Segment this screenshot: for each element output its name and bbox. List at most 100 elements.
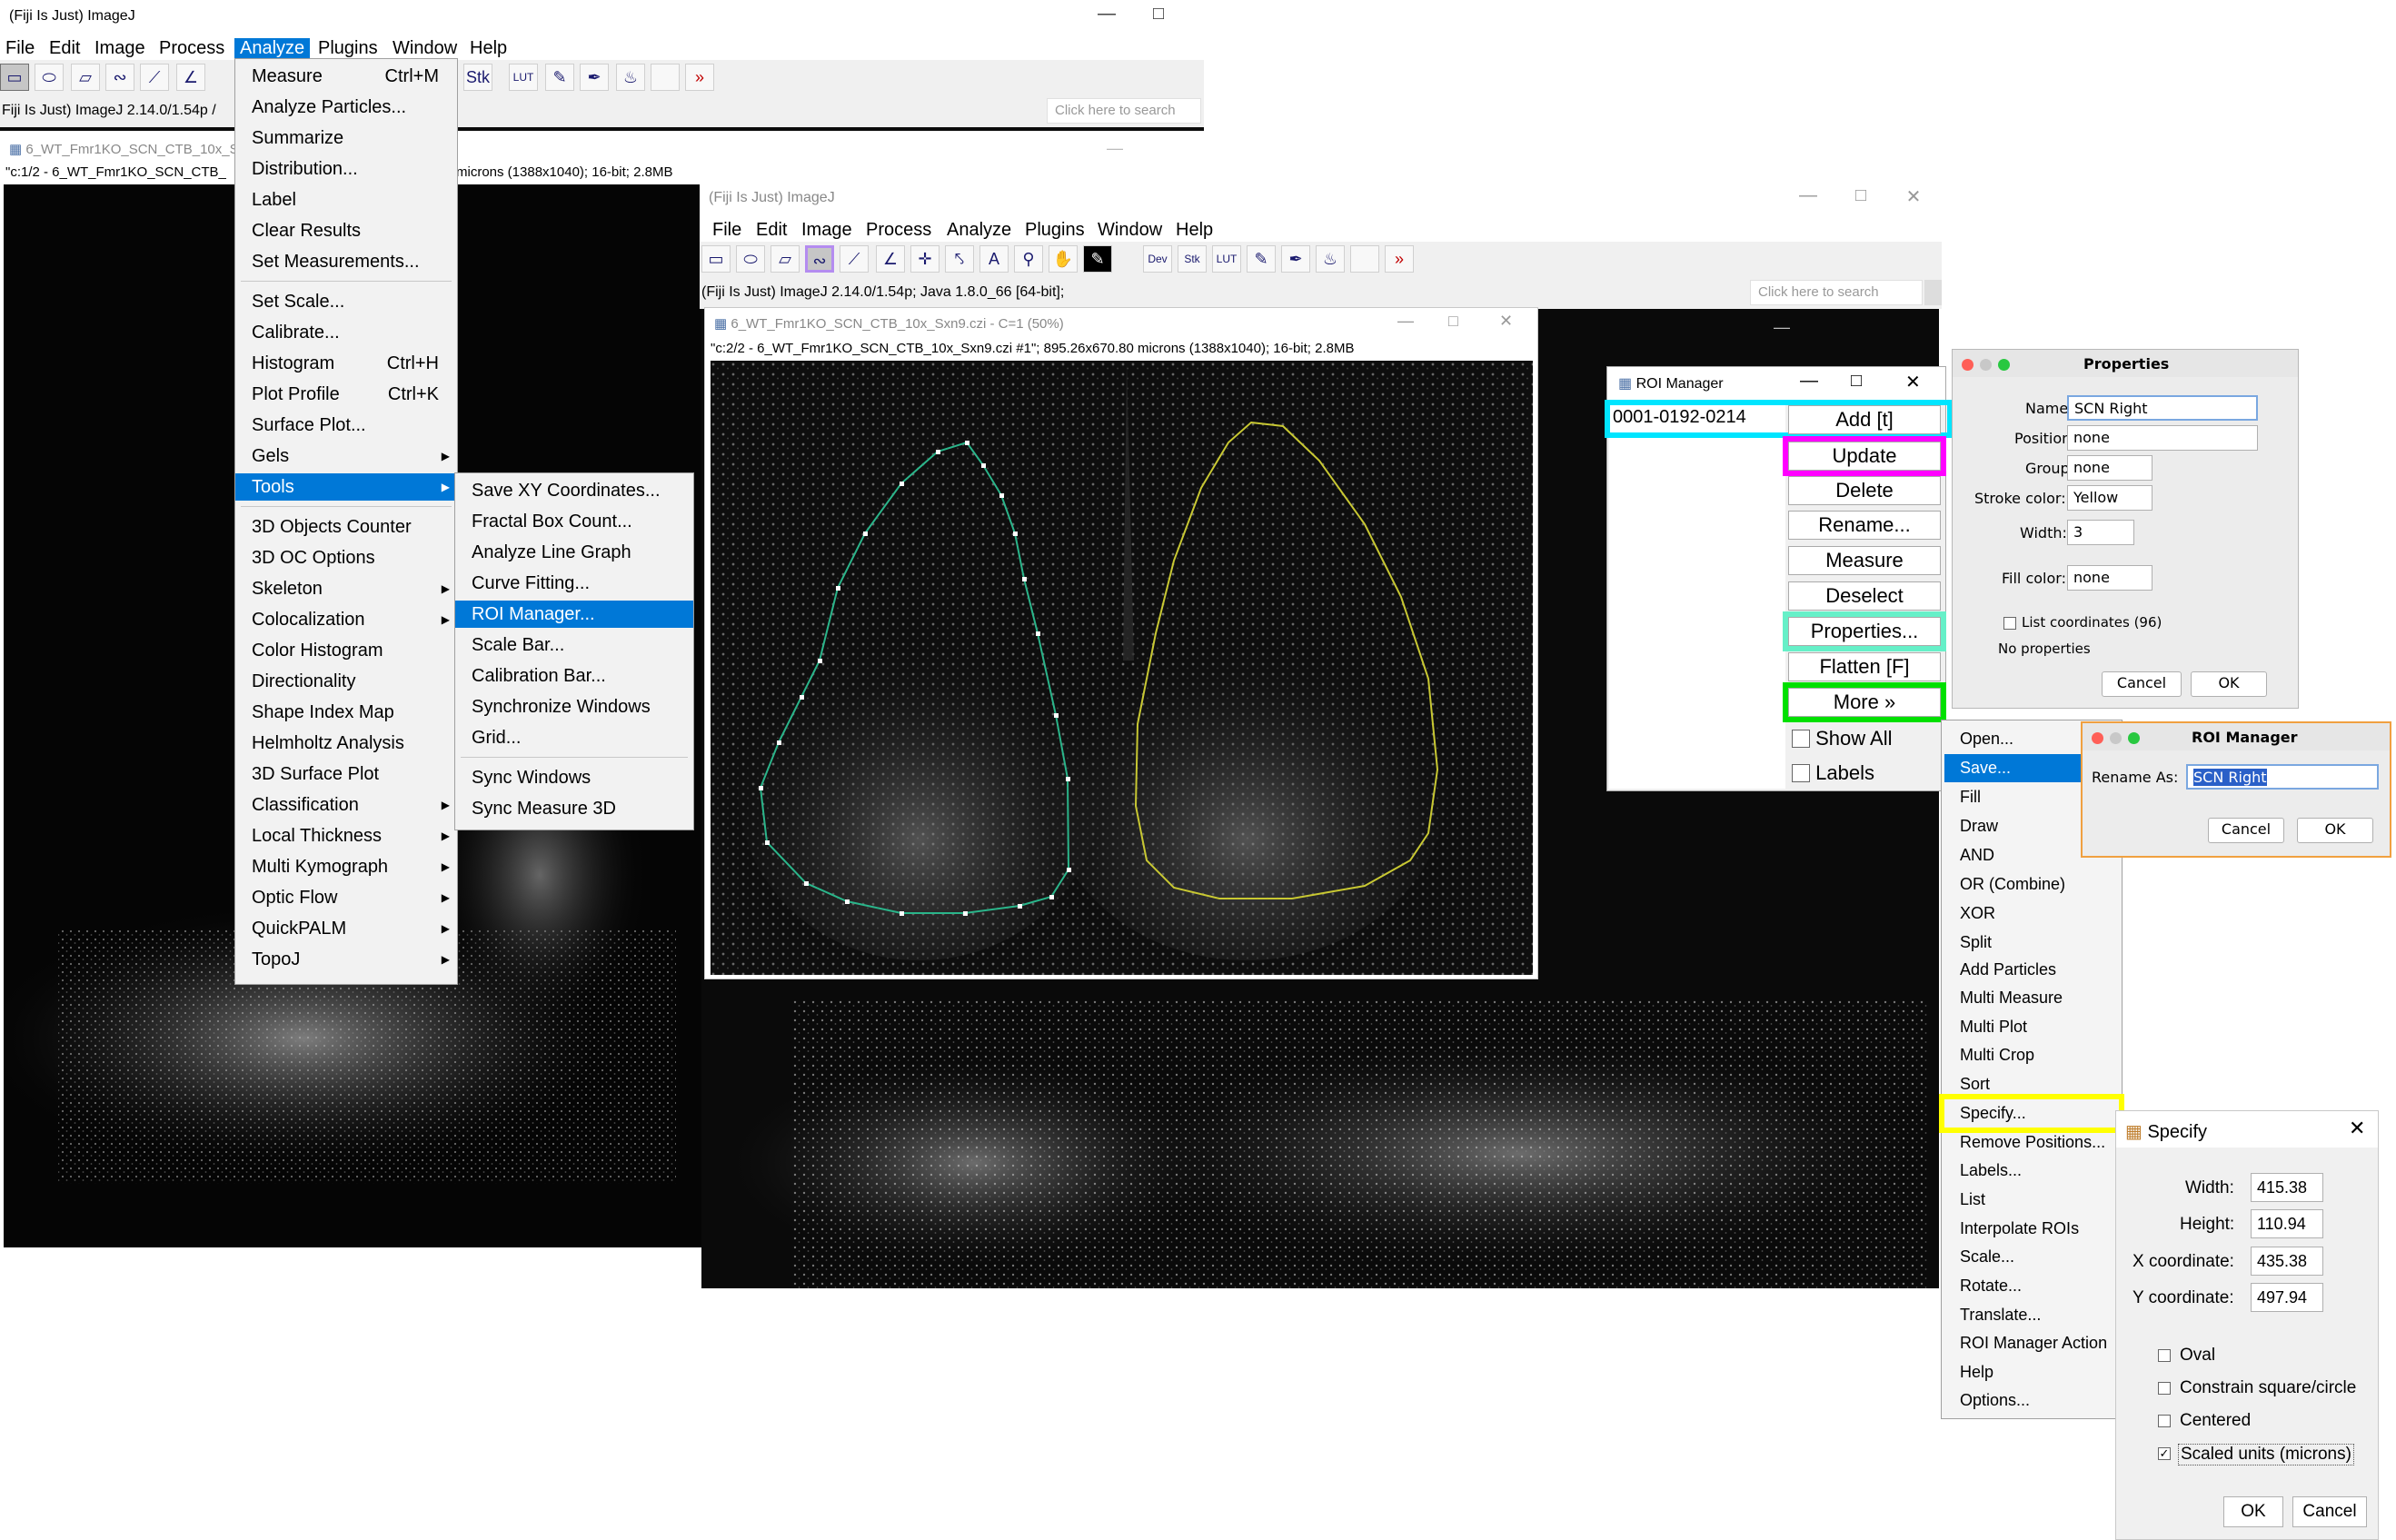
switch-toolbar-icon[interactable]: » (685, 64, 714, 91)
menu-item-or-combine[interactable]: OR (Combine) (1944, 870, 2117, 899)
close-icon[interactable]: ✕ (1897, 185, 1930, 208)
maximize-icon[interactable]: □ (1851, 371, 1862, 392)
micrograph-front[interactable] (711, 361, 1533, 975)
group-field[interactable]: none (2067, 455, 2152, 481)
fill-color-field[interactable]: none (2067, 565, 2152, 591)
menu-item-3d-objects-counter[interactable]: 3D Objects Counter (235, 513, 457, 541)
angle-tool-icon[interactable]: ∠ (876, 245, 905, 273)
ok-button[interactable]: OK (2223, 1496, 2283, 1527)
minimize-icon[interactable]: — (1792, 185, 1824, 206)
roi-list[interactable]: 0001-0192-0214 (1609, 403, 1785, 789)
menu-item-help[interactable]: Help (1944, 1358, 2117, 1386)
stk-tool-icon[interactable]: Stk (1178, 245, 1207, 273)
menu-item-translate[interactable]: Translate... (1944, 1301, 2117, 1329)
search-input[interactable]: Click here to search (1047, 98, 1201, 124)
maximize-icon[interactable]: □ (1142, 4, 1175, 25)
menu-edit[interactable]: Edit (49, 38, 80, 59)
menu-item-tools[interactable]: Tools ▶ (235, 473, 457, 501)
menu-item-fractal-box-count[interactable]: Fractal Box Count... (455, 508, 693, 535)
flood-fill-tool-icon[interactable]: ♨ (616, 64, 645, 91)
menu-image[interactable]: Image (801, 220, 852, 241)
menu-item-histogram[interactable]: Histogram Ctrl+H (235, 350, 457, 377)
menu-file[interactable]: File (712, 220, 741, 241)
measure-button[interactable]: Measure (1788, 546, 1941, 575)
menu-image[interactable]: Image (94, 38, 145, 59)
menu-item-xor[interactable]: XOR (1944, 899, 2117, 928)
menu-item-helmholtz-analysis[interactable]: Helmholtz Analysis (235, 730, 457, 757)
menu-item-summarize[interactable]: Summarize (235, 124, 457, 152)
brush-tool-icon[interactable]: ✒ (580, 64, 609, 91)
height-field[interactable]: 110.94 (2251, 1209, 2323, 1238)
minimize-icon[interactable]: — (1107, 139, 1123, 158)
minimize-icon[interactable] (2110, 732, 2122, 744)
show-all-checkbox[interactable]: Show All (1792, 727, 1893, 750)
line-tool-icon[interactable]: ⟋ (140, 64, 169, 91)
menu-item-labels[interactable]: Labels... (1944, 1157, 2117, 1185)
wand-tool-icon[interactable]: ⤣ (945, 245, 974, 273)
menu-help[interactable]: Help (1176, 220, 1213, 241)
close-icon[interactable]: ✕ (1905, 371, 1921, 393)
menu-analyze[interactable]: Analyze (947, 220, 1011, 241)
menu-item-clear-results[interactable]: Clear Results (235, 217, 457, 244)
checkbox-icon[interactable] (1792, 730, 1810, 748)
menu-item-interpolate-rois[interactable]: Interpolate ROIs (1944, 1215, 2117, 1243)
menu-item-options[interactable]: Options... (1944, 1386, 2117, 1415)
maximize-icon[interactable]: □ (1448, 312, 1458, 331)
menu-item-multi-plot[interactable]: Multi Plot (1944, 1013, 2117, 1041)
menu-plugins[interactable]: Plugins (318, 38, 378, 59)
menu-item-classification[interactable]: Classification ▶ (235, 791, 457, 819)
menu-window[interactable]: Window (1098, 220, 1162, 241)
oval-checkbox[interactable] (2158, 1349, 2171, 1362)
menu-analyze[interactable]: Analyze (234, 38, 311, 59)
menu-item-synchronize-windows[interactable]: Synchronize Windows (455, 693, 693, 720)
rename-button[interactable]: Rename... (1788, 511, 1941, 540)
color-picker-icon[interactable]: ✎ (1083, 245, 1112, 273)
minimize-icon[interactable] (1980, 359, 1992, 371)
labels-checkbox[interactable]: Labels (1792, 761, 1874, 785)
menu-item-measure[interactable]: Measure Ctrl+M (235, 63, 457, 90)
rename-field[interactable]: SCN Right (2186, 764, 2379, 790)
menu-item-scale[interactable]: Scale... (1944, 1243, 2117, 1271)
close-icon[interactable]: ✕ (2349, 1117, 2365, 1140)
menu-item-directionality[interactable]: Directionality (235, 668, 457, 695)
dev-tool-icon[interactable]: Stk (463, 64, 492, 91)
dev-tool-icon[interactable]: Dev (1143, 245, 1172, 273)
menu-item-add-particles[interactable]: Add Particles (1944, 956, 2117, 984)
line-tool-icon[interactable]: ⟋ (840, 245, 869, 273)
minimize-icon[interactable]: — (1800, 371, 1818, 392)
flood-fill-tool-icon[interactable]: ♨ (1316, 245, 1345, 273)
oval-tool-icon[interactable]: ⬭ (35, 64, 64, 91)
ok-button[interactable]: OK (2297, 818, 2373, 843)
oval-tool-icon[interactable]: ⬭ (736, 245, 765, 273)
angle-tool-icon[interactable]: ∠ (176, 64, 205, 91)
cancel-button[interactable]: Cancel (2292, 1496, 2367, 1527)
menu-item-gels[interactable]: Gels ▶ (235, 442, 457, 470)
lut-tool-icon[interactable]: LUT (1212, 245, 1241, 273)
minimize-icon[interactable]: — (1090, 4, 1123, 25)
rectangle-tool-icon[interactable]: ▭ (0, 64, 29, 91)
menu-item-list[interactable]: List (1944, 1186, 2117, 1214)
add-button[interactable]: Add [t] (1788, 405, 1941, 434)
menu-process[interactable]: Process (866, 220, 931, 241)
menu-item-topoj[interactable]: TopoJ ▶ (235, 946, 457, 973)
menu-item-split[interactable]: Split (1944, 929, 2117, 957)
menu-item-set-measurements[interactable]: Set Measurements... (235, 248, 457, 275)
rectangle-tool-icon[interactable]: ▭ (701, 245, 731, 273)
search-input[interactable]: Click here to search (1750, 280, 1923, 305)
y-coordinate-field[interactable]: 497.94 (2251, 1283, 2323, 1312)
menu-item-quickpalm[interactable]: QuickPALM ▶ (235, 915, 457, 942)
x-coordinate-field[interactable]: 435.38 (2251, 1247, 2323, 1276)
text-tool-icon[interactable]: A (979, 245, 1009, 273)
menu-item-grid[interactable]: Grid... (455, 724, 693, 751)
menu-item-plot-profile[interactable]: Plot Profile Ctrl+K (235, 381, 457, 408)
menu-item-shape-index-map[interactable]: Shape Index Map (235, 699, 457, 726)
lut-tool-icon[interactable]: LUT (509, 64, 538, 91)
cancel-button[interactable]: Cancel (2208, 818, 2284, 843)
menu-item-rotate[interactable]: Rotate... (1944, 1272, 2117, 1300)
menu-item-distribution[interactable]: Distribution... (235, 155, 457, 183)
polygon-tool-icon[interactable]: ▱ (770, 245, 800, 273)
menu-item-multi-kymograph[interactable]: Multi Kymograph ▶ (235, 853, 457, 880)
zoom-icon[interactable] (2128, 732, 2140, 744)
menu-item-calibration-bar[interactable]: Calibration Bar... (455, 662, 693, 690)
ok-button[interactable]: OK (2191, 671, 2267, 697)
